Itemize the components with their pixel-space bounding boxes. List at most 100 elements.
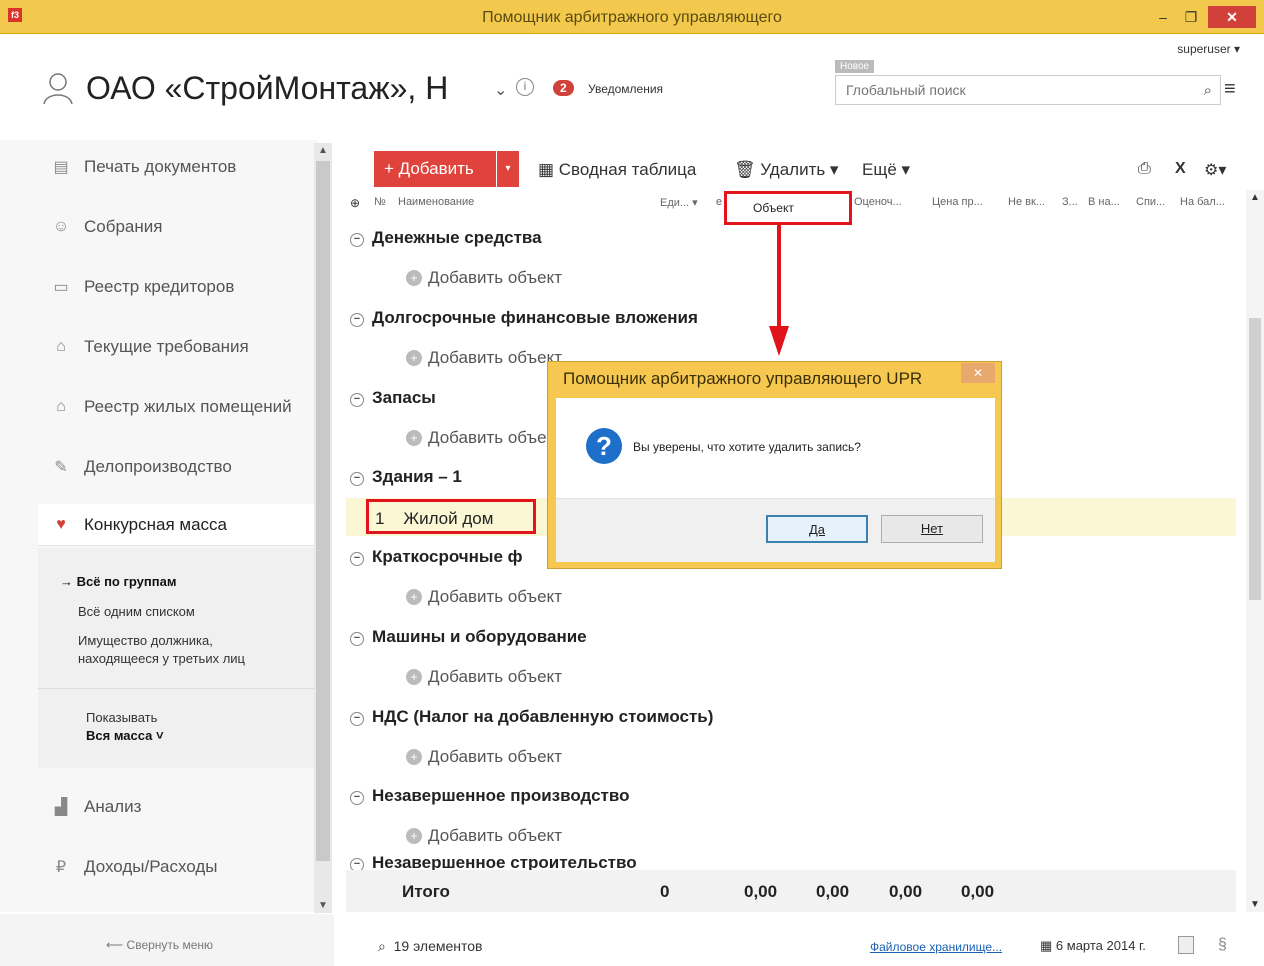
scroll-thumb[interactable]: [316, 161, 330, 861]
scroll-up-icon[interactable]: ▲: [318, 145, 328, 156]
add-object-link[interactable]: + Добавить объект: [406, 268, 562, 288]
org-title[interactable]: ОАО «СтройМонтаж», Н: [86, 70, 448, 107]
collapse-icon[interactable]: −: [350, 632, 364, 646]
add-object-label: Добавить объект: [428, 428, 562, 447]
print-icon[interactable]: ⎙: [1138, 160, 1151, 178]
column-header[interactable]: Наименование: [398, 196, 474, 208]
column-header[interactable]: На бал...: [1180, 196, 1225, 208]
window-title: Помощник арбитражного управляющего: [482, 9, 782, 26]
section-icon[interactable]: §: [1218, 936, 1227, 954]
add-dropdown-button[interactable]: ▾: [497, 151, 519, 187]
yes-button[interactable]: Да: [766, 515, 868, 543]
column-header[interactable]: Спи...: [1136, 196, 1165, 208]
maximize-button[interactable]: ❐: [1178, 6, 1204, 28]
search-input[interactable]: [836, 76, 1176, 104]
group-row[interactable]: − Незавершенное производство: [350, 786, 629, 806]
column-header[interactable]: Цена пр...: [932, 196, 983, 208]
collapse-menu-button[interactable]: ⟵ Свернуть меню: [106, 938, 213, 952]
collapse-icon[interactable]: −: [350, 858, 364, 870]
group-label: Незавершенное производство: [372, 786, 630, 805]
sidebar-item-requirements[interactable]: ⌂ Текущие требования: [38, 326, 314, 368]
search-icon[interactable]: ⌕: [378, 938, 386, 954]
collapse-icon[interactable]: −: [350, 791, 364, 805]
group-row[interactable]: − Здания – 1: [350, 467, 462, 487]
add-object-link[interactable]: + Добавить объект: [406, 428, 562, 448]
add-object-link[interactable]: + Добавить объект: [406, 348, 562, 368]
date-value: 6 марта 2014 г.: [1055, 938, 1146, 953]
group-row[interactable]: − Денежные средства: [350, 228, 542, 248]
third-party-link[interactable]: Имущество должника, находящееся у третьи…: [78, 632, 288, 668]
sidebar-item-label: Делопроизводство: [84, 457, 232, 476]
more-button[interactable]: Ещё ▾: [862, 160, 910, 180]
ruble-icon: ₽: [55, 859, 67, 876]
sidebar-item-print-docs[interactable]: ▤ Печать документов: [38, 146, 314, 188]
global-search[interactable]: ⌕: [835, 75, 1221, 105]
group-row[interactable]: − Долгосрочные финансовые вложения: [350, 308, 698, 328]
notifications-link[interactable]: Уведомления: [588, 82, 663, 96]
sidebar-scrollbar[interactable]: ▲ ▼: [314, 143, 332, 913]
question-icon: ?: [586, 428, 622, 464]
column-header[interactable]: Оценоч...: [854, 196, 902, 208]
add-object-link[interactable]: + Добавить объект: [406, 826, 562, 846]
collapse-icon[interactable]: −: [350, 472, 364, 486]
notification-badge[interactable]: 2: [553, 80, 574, 96]
chevron-down-icon[interactable]: ⌄: [494, 80, 507, 100]
selected-row-highlight[interactable]: 1 Жилой дом: [366, 499, 536, 534]
add-object-label: Добавить объект: [428, 587, 562, 606]
sidebar-item-income[interactable]: ₽ Доходы/Расходы: [38, 846, 314, 888]
all-by-groups-link[interactable]: → Всё по группам: [60, 574, 176, 589]
add-object-link[interactable]: + Добавить объект: [406, 747, 562, 767]
sidebar-item-records[interactable]: ✎ Делопроизводство: [38, 446, 314, 488]
sidebar-item-label: Доходы/Расходы: [84, 857, 218, 876]
add-button[interactable]: + Добавить: [374, 151, 496, 187]
all-one-list-link[interactable]: Всё одним списком: [78, 604, 195, 619]
column-header[interactable]: З...: [1062, 196, 1078, 208]
group-row[interactable]: − НДС (Налог на добавленную стоимость): [350, 707, 713, 727]
add-object-link[interactable]: + Добавить объект: [406, 667, 562, 687]
table-scrollbar[interactable]: ▲ ▼: [1246, 190, 1264, 912]
column-header[interactable]: №: [374, 196, 386, 208]
no-button[interactable]: Нет: [881, 515, 983, 543]
settings-icon[interactable]: ⚙▾: [1204, 160, 1226, 180]
sidebar-item-creditors[interactable]: ▭ Реестр кредиторов: [38, 266, 314, 308]
meeting-icon: ☺: [52, 218, 70, 235]
collapse-icon[interactable]: −: [350, 552, 364, 566]
collapse-icon[interactable]: −: [350, 313, 364, 327]
hamburger-menu-icon[interactable]: ≡: [1224, 78, 1236, 101]
collapse-icon[interactable]: −: [350, 233, 364, 247]
column-header[interactable]: Еди... ▾: [660, 196, 698, 209]
sidebar-item-analysis[interactable]: ▟ Анализ: [38, 786, 314, 828]
dialog-close-button[interactable]: ✕: [961, 363, 995, 383]
pivot-table-button[interactable]: ▦ Сводная таблица: [538, 160, 696, 180]
expand-all-icon[interactable]: ⊕: [350, 196, 360, 210]
scroll-thumb[interactable]: [1249, 318, 1261, 600]
column-header[interactable]: В на...: [1088, 196, 1120, 208]
calculator-icon[interactable]: [1178, 936, 1194, 954]
column-header[interactable]: е: [716, 196, 722, 208]
column-header[interactable]: Не вк...: [1008, 196, 1045, 208]
scroll-down-icon[interactable]: ▼: [318, 900, 328, 911]
info-icon[interactable]: i: [516, 78, 534, 96]
search-icon[interactable]: ⌕: [1204, 82, 1212, 99]
column-drag-popup[interactable]: Объект: [724, 191, 852, 225]
close-button[interactable]: ✕: [1208, 6, 1256, 28]
file-storage-link[interactable]: Файловое хранилище...: [870, 940, 1002, 954]
minimize-button[interactable]: –: [1150, 6, 1176, 28]
delete-button[interactable]: 🗑 Удалить ▾: [734, 160, 838, 180]
group-row[interactable]: − Машины и оборудование: [350, 627, 587, 647]
sidebar-item-label: Реестр жилых помещений: [84, 397, 292, 416]
collapse-icon[interactable]: −: [350, 393, 364, 407]
excel-icon[interactable]: X: [1175, 160, 1186, 178]
scroll-down-icon[interactable]: ▼: [1250, 899, 1260, 910]
scroll-up-icon[interactable]: ▲: [1250, 192, 1260, 203]
group-row[interactable]: − Незавершенное строительство: [350, 853, 637, 870]
add-object-link[interactable]: + Добавить объект: [406, 587, 562, 607]
collapse-icon[interactable]: −: [350, 712, 364, 726]
show-filter-select[interactable]: Вся масса ˅: [86, 728, 164, 743]
group-row[interactable]: − Запасы: [350, 388, 436, 408]
sidebar-item-estate[interactable]: ♥ Конкурсная масса: [38, 504, 314, 546]
user-menu[interactable]: superuser ▾: [1177, 42, 1240, 56]
sidebar-item-housing[interactable]: ⌂ Реестр жилых помещений: [38, 386, 314, 428]
group-row[interactable]: − Краткосрочные ф: [350, 547, 523, 567]
sidebar-item-meetings[interactable]: ☺ Собрания: [38, 206, 314, 248]
